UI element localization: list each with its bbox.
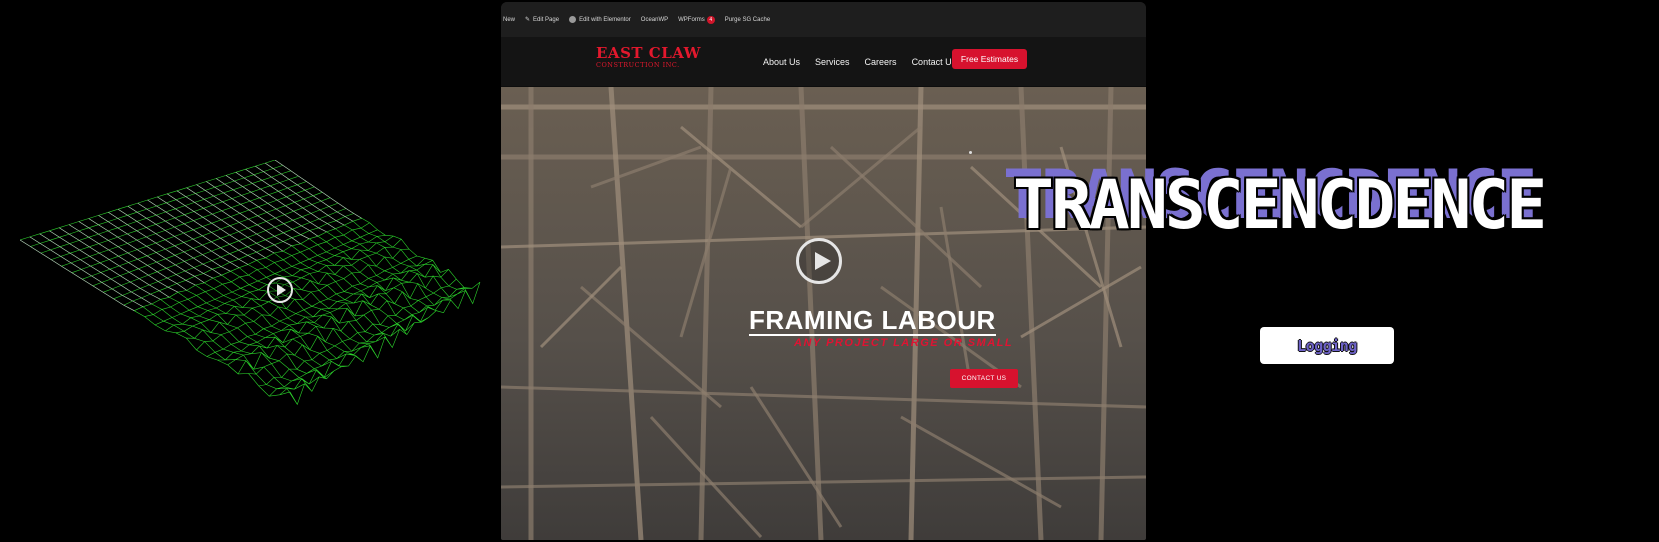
admin-wpforms-label: WPForms: [678, 16, 705, 23]
logging-button[interactable]: Logging: [1260, 327, 1394, 364]
admin-edit-elementor-label: Edit with Elementor: [579, 17, 631, 24]
browser-window: New Edit Page Edit with Elementor OceanW…: [501, 2, 1146, 540]
play-icon[interactable]: [796, 238, 842, 284]
nav-about[interactable]: About Us: [763, 57, 800, 67]
logging-label: Logging: [1297, 336, 1357, 355]
logo-line1: EAST CLAW: [596, 44, 702, 62]
nav-careers[interactable]: Careers: [865, 57, 897, 67]
nav-contact[interactable]: Contact Us: [912, 57, 957, 67]
lumber-beam: [749, 386, 843, 528]
pencil-icon: [525, 17, 533, 23]
transcendence-title: TRANSCENCDENCE TRANSCENCDENCE: [1003, 162, 1659, 245]
site-header: EAST CLAW CONSTRUCTION INC. About Us Ser…: [501, 37, 1146, 87]
contact-us-button[interactable]: CONTACT US: [950, 369, 1018, 388]
admin-edit-elementor[interactable]: Edit with Elementor: [569, 15, 631, 24]
lumber-beam: [590, 145, 702, 189]
lumber-beam: [539, 265, 623, 349]
title-text: TRANSCENCDENCE: [1013, 166, 1547, 245]
site-logo[interactable]: EAST CLAW CONSTRUCTION INC.: [596, 46, 701, 69]
lumber-beam: [1020, 265, 1142, 339]
admin-bar: New Edit Page Edit with Elementor OceanW…: [501, 2, 1146, 37]
mouse-cursor: [969, 151, 972, 154]
lumber-beam: [829, 145, 983, 289]
admin-wpforms[interactable]: WPForms 4: [678, 15, 715, 24]
admin-edit-page[interactable]: Edit Page: [525, 16, 559, 23]
admin-new[interactable]: New: [503, 17, 515, 23]
wireframe-terrain: [20, 160, 500, 440]
admin-edit-page-label: Edit Page: [533, 17, 560, 23]
logo-line2: CONSTRUCTION INC.: [596, 61, 680, 69]
admin-purge-cache[interactable]: Purge SG Cache: [725, 17, 770, 23]
wireframe-mesh: [20, 160, 481, 406]
admin-oceanwp[interactable]: OceanWP: [641, 17, 668, 23]
hero-subtitle: ANY PROJECT LARGE OR SMALL: [794, 337, 1014, 349]
nav-services[interactable]: Services: [815, 57, 850, 67]
hero-section: FRAMING LABOUR ANY PROJECT LARGE OR SMAL…: [501, 87, 1146, 540]
main-nav: About Us Services Careers Contact Us: [763, 57, 956, 67]
wpforms-badge: 4: [706, 15, 715, 24]
play-icon[interactable]: [267, 277, 293, 303]
free-estimates-button[interactable]: Free Estimates: [952, 49, 1027, 69]
hero-title: FRAMING LABOUR: [749, 305, 996, 337]
lumber-beam: [501, 385, 1146, 409]
lumber-beam: [649, 415, 763, 539]
lumber-beam: [680, 125, 802, 229]
lumber-beam: [501, 475, 1146, 489]
elementor-icon: [569, 15, 577, 23]
wireframe-svg: [20, 160, 481, 406]
